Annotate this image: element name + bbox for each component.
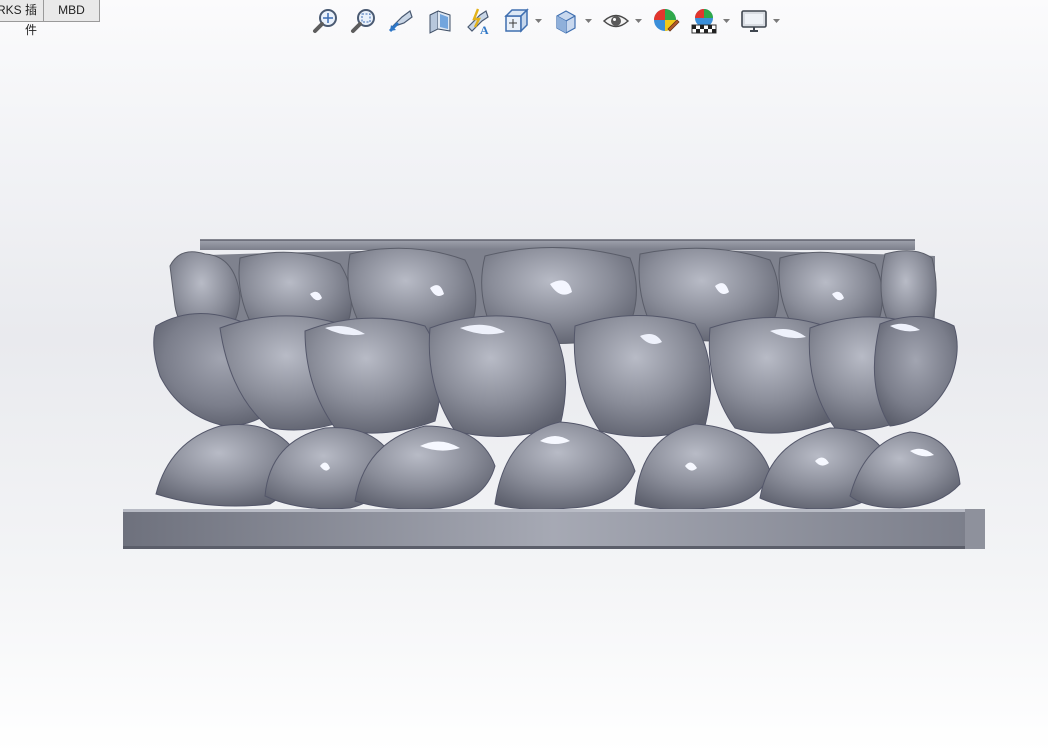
view-orientation-dropdown[interactable] [534,5,542,37]
hide-show-items-icon[interactable] [600,5,632,37]
heads-up-view-toolbar: A [310,4,782,38]
bottom-petal-row [155,421,961,510]
zoom-to-fit-icon[interactable] [310,5,342,37]
apply-scene-icon[interactable] [688,5,720,37]
hide-show-items-dropdown[interactable] [634,5,642,37]
view-settings-dropdown[interactable] [772,5,780,37]
model-render [123,239,985,549]
previous-view-icon[interactable] [386,5,418,37]
section-view-icon[interactable] [424,5,456,37]
view-settings-icon[interactable] [738,5,770,37]
graphics-area[interactable]: RKS 插件 MBD A [0,0,1048,753]
svg-text:A: A [480,23,489,35]
view-orientation-icon[interactable] [500,5,532,37]
tab-mbd[interactable]: MBD [44,0,100,22]
zoom-to-area-icon[interactable] [348,5,380,37]
command-manager-tabs: RKS 插件 MBD [0,0,100,37]
display-style-dropdown[interactable] [584,5,592,37]
edit-appearance-icon[interactable] [650,5,682,37]
apply-scene-dropdown[interactable] [722,5,730,37]
lotus-pedestal-model[interactable] [120,236,990,554]
dynamic-annotation-views-icon[interactable]: A [462,5,494,37]
display-style-icon[interactable] [550,5,582,37]
tab-solidworks-addins[interactable]: RKS 插件 [0,0,44,37]
